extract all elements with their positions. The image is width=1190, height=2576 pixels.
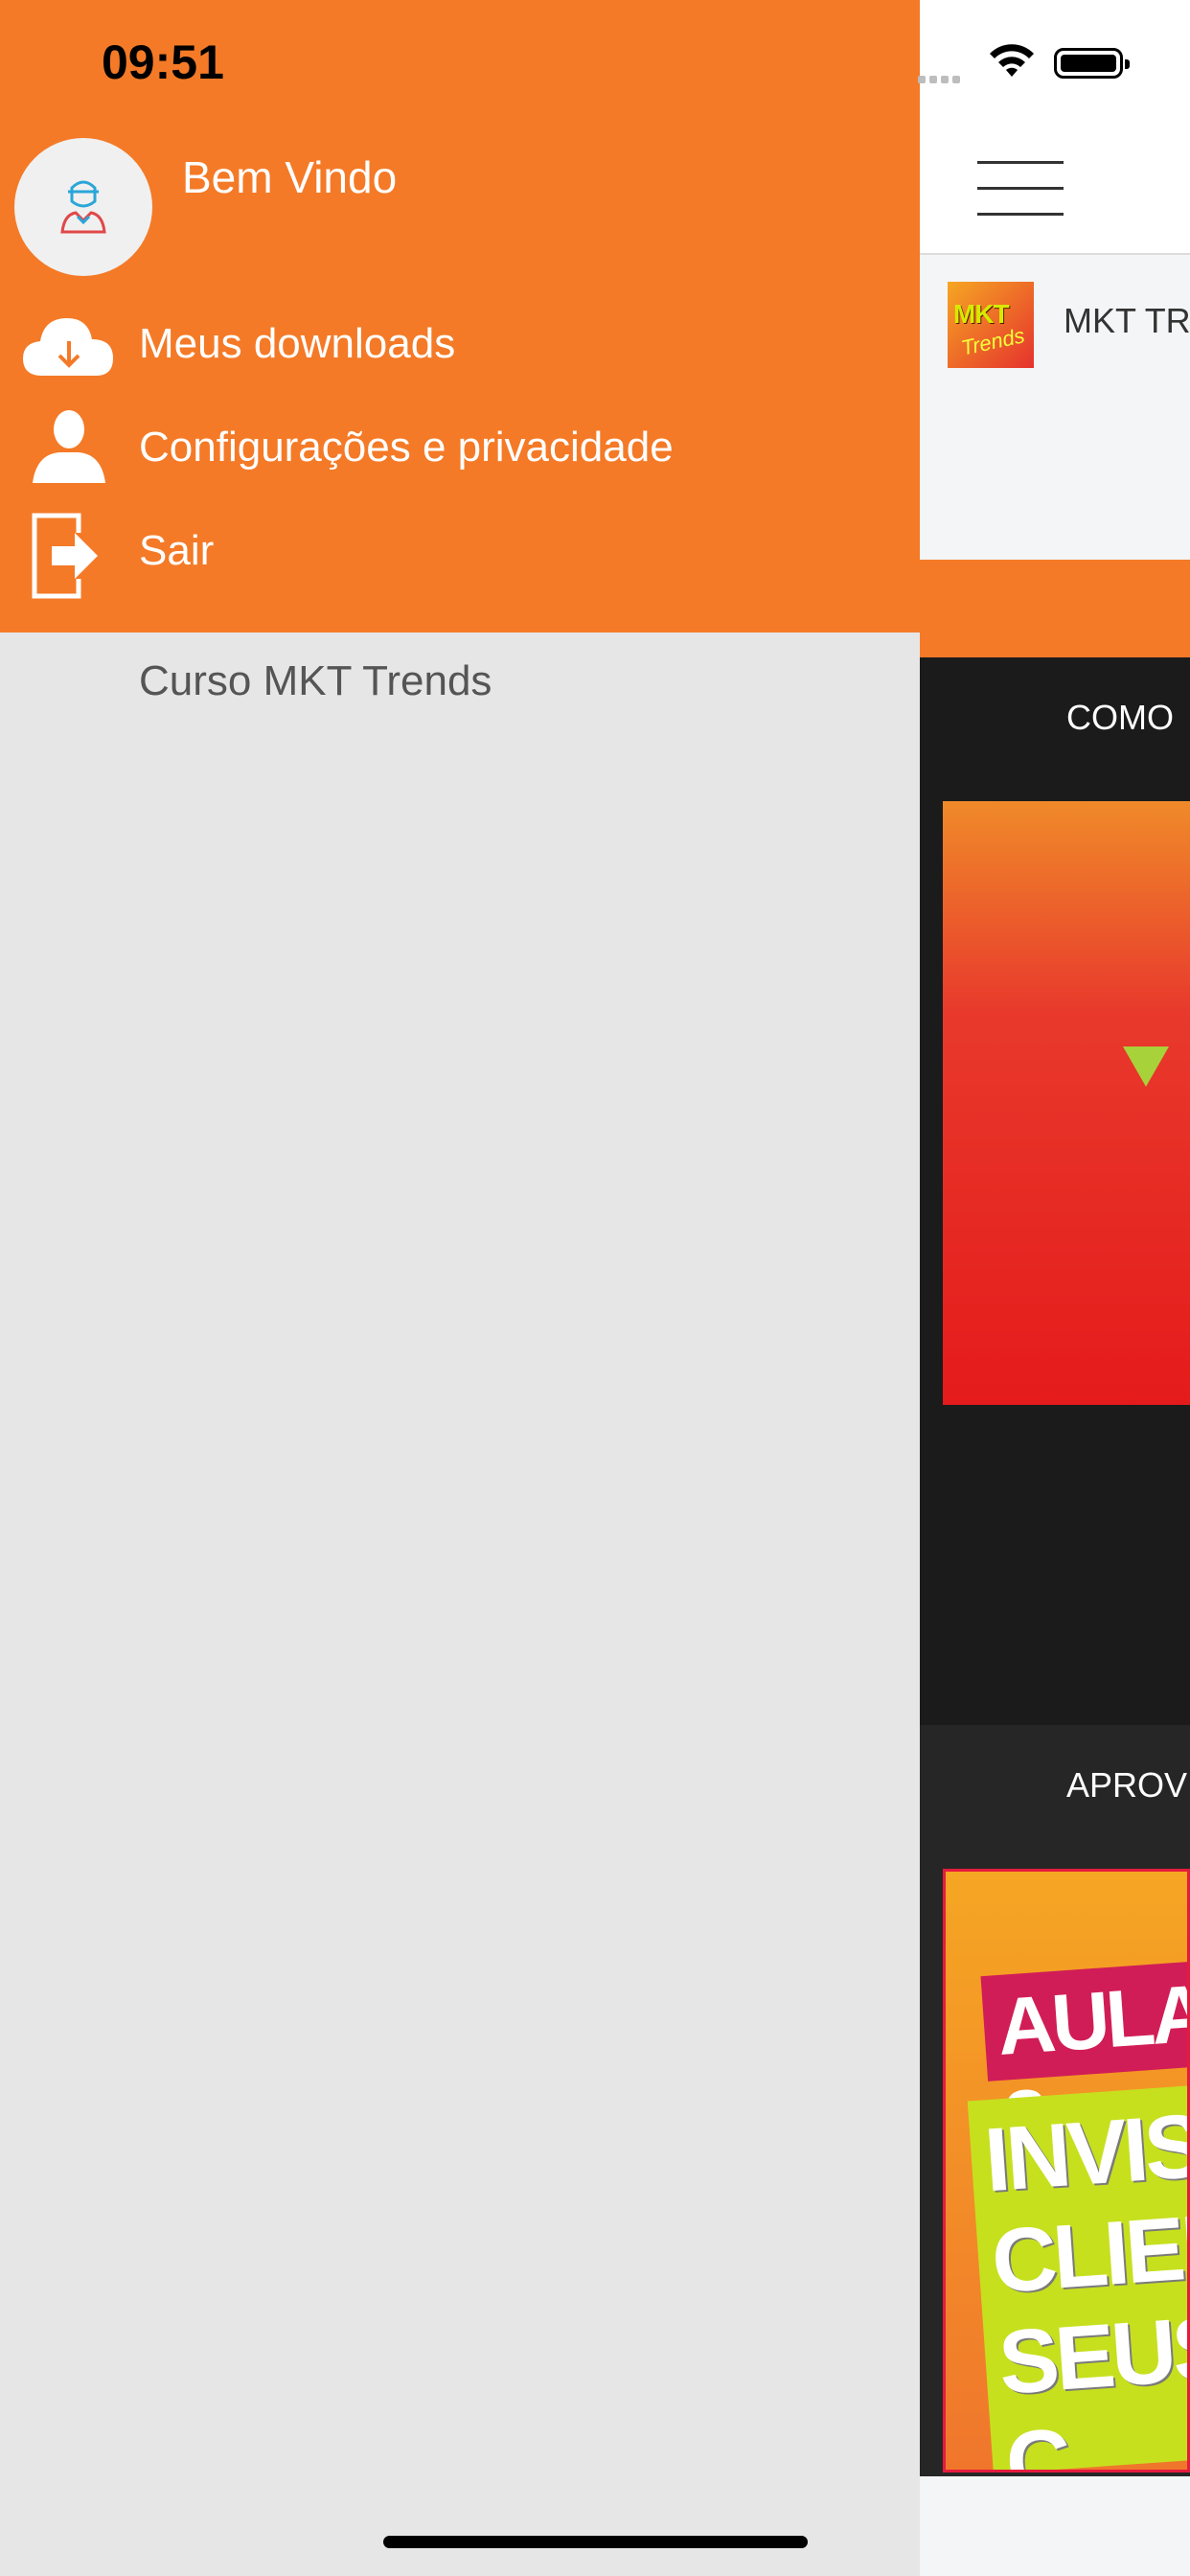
logout-icon — [32, 513, 98, 599]
video-card[interactable]: APROV AULA 2: INVISTCLIENTSEUS C — [920, 1725, 1190, 2476]
logo-text-top: MKT — [953, 299, 1010, 329]
menu-item-label: Sair — [139, 527, 215, 574]
channel-title: MKT TR — [1064, 301, 1190, 340]
video-thumbnail[interactable]: AULA 2: INVISTCLIENTSEUS C — [943, 1869, 1190, 2472]
drawer-header: Bem Vindo Meus downloads Configurações e… — [0, 0, 920, 632]
cloud-download-icon — [23, 318, 113, 376]
side-drawer: Bem Vindo Meus downloads Configurações e… — [0, 0, 920, 2576]
thumbnail-text: INVIST CLIENT SEUS C — [981, 2091, 1190, 2472]
course-list-item[interactable]: Curso MKT Trends — [139, 657, 492, 705]
thumbnail-banner: INVIST CLIENT SEUS C — [967, 2083, 1190, 2472]
channel-header[interactable]: MKT Trends MKT TR — [920, 255, 1190, 560]
status-time: 09:51 — [102, 35, 224, 89]
channel-logo: MKT Trends — [948, 282, 1034, 368]
thumbnail-banner: AULA 2: — [980, 1959, 1187, 2165]
user-icon — [33, 410, 105, 483]
play-icon[interactable] — [1123, 1046, 1169, 1087]
hamburger-menu-icon[interactable] — [977, 161, 1064, 217]
home-indicator[interactable] — [383, 2536, 808, 2548]
menu-item-label: Meus downloads — [139, 320, 456, 367]
user-avatar-icon — [60, 180, 106, 234]
video-thumbnail[interactable] — [943, 801, 1190, 1405]
avatar[interactable] — [14, 138, 152, 276]
welcome-text: Bem Vindo — [182, 152, 398, 202]
battery-icon — [1054, 48, 1130, 79]
video-card[interactable]: COMO — [920, 657, 1190, 1725]
cellular-signal-icon — [918, 71, 966, 83]
video-card-title: COMO — [1066, 698, 1174, 737]
section-band — [920, 560, 1190, 657]
video-card-title: APROV — [1066, 1765, 1188, 1805]
menu-item-settings[interactable]: Configurações e privacidade — [0, 401, 920, 496]
menu-item-label: Configurações e privacidade — [139, 424, 674, 471]
top-bar — [920, 0, 1190, 255]
wifi-icon — [990, 44, 1034, 77]
menu-item-logout[interactable]: Sair — [0, 504, 920, 600]
main-content: MKT Trends MKT TR COMO APROV AULA 2: INV… — [920, 0, 1190, 2576]
menu-item-downloads[interactable]: Meus downloads — [0, 297, 920, 393]
